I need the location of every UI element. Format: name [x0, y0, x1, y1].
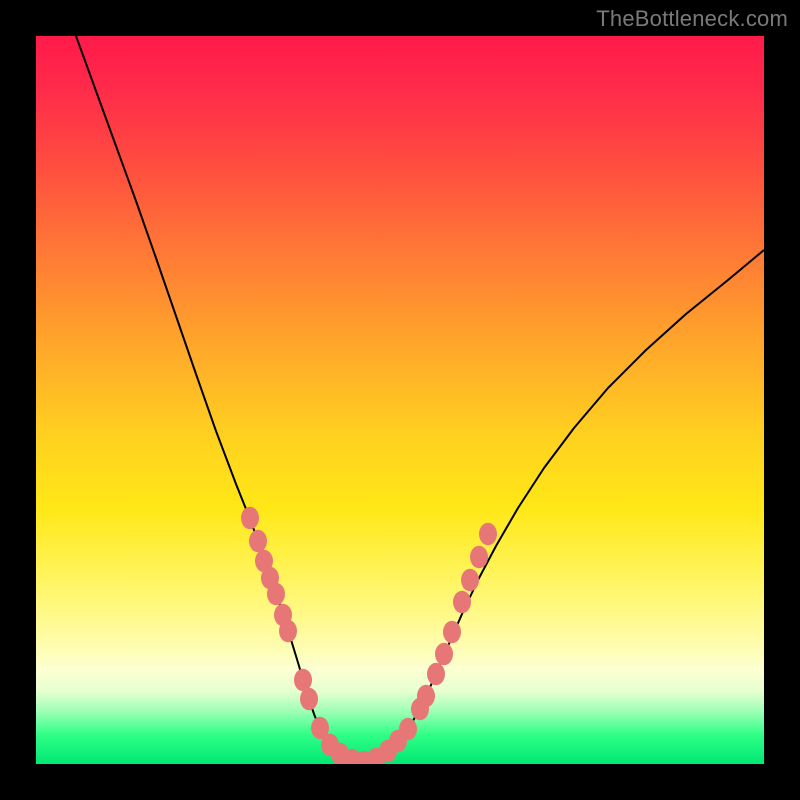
data-marker	[479, 523, 497, 546]
data-marker	[300, 688, 318, 711]
plot-area	[36, 36, 764, 764]
data-marker	[453, 591, 471, 614]
data-marker	[435, 643, 453, 666]
watermark-text: TheBottleneck.com	[596, 6, 788, 32]
chart-svg	[36, 36, 764, 764]
data-marker	[427, 663, 445, 686]
data-marker	[470, 546, 488, 569]
marker-group	[241, 507, 497, 764]
chart-stage: TheBottleneck.com	[0, 0, 800, 800]
data-marker	[249, 530, 267, 553]
bottleneck-curve	[76, 36, 764, 762]
data-marker	[461, 569, 479, 592]
data-marker	[399, 718, 417, 741]
data-marker	[241, 507, 259, 530]
data-marker	[443, 621, 461, 644]
data-marker	[267, 583, 285, 606]
data-marker	[417, 685, 435, 708]
data-marker	[279, 620, 297, 643]
